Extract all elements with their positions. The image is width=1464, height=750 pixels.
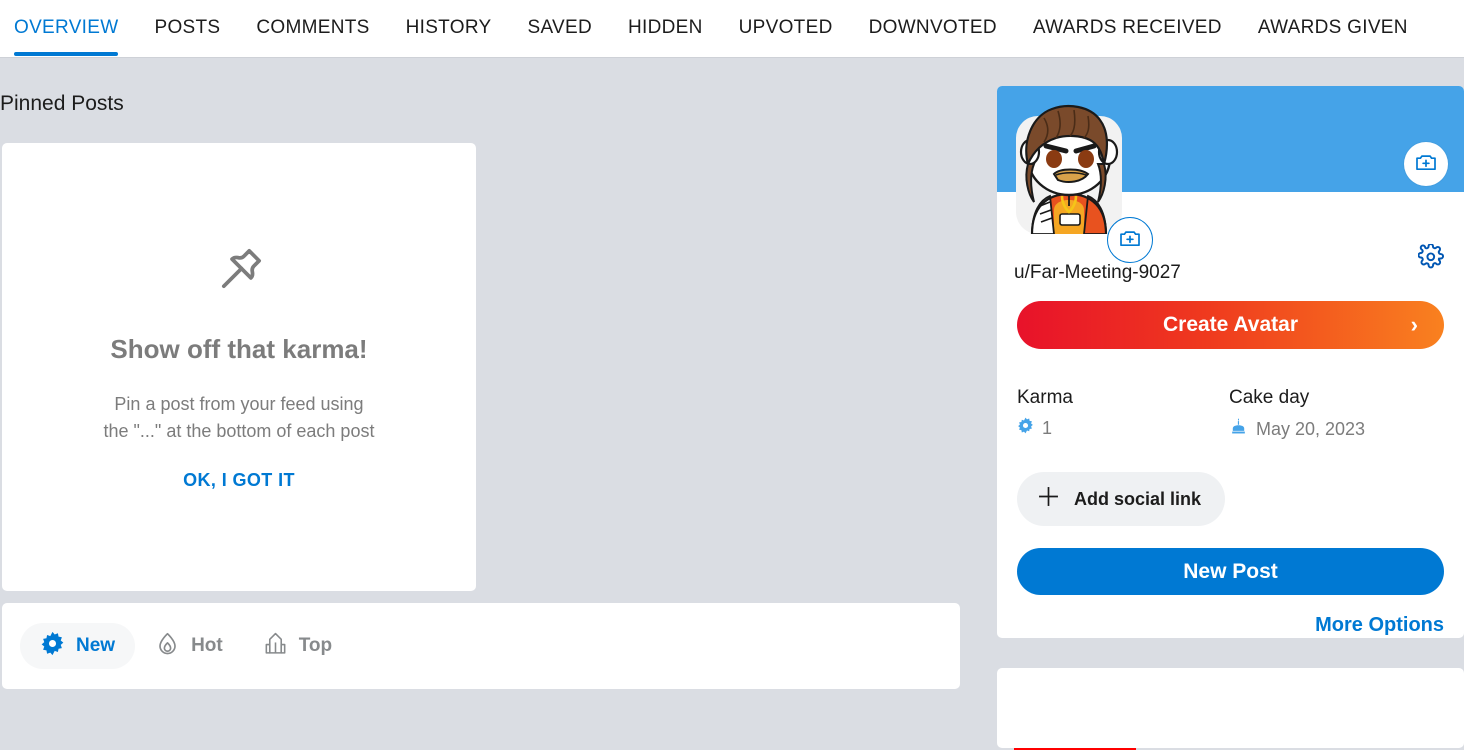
tab-downvoted[interactable]: DOWNVOTED [869,0,997,56]
profile-sidebar-column: u/Far-Meeting-9027 Create Avatar › Karma [997,57,1464,750]
stat-label: Karma [1017,387,1073,408]
chevron-right-icon: › [1410,312,1418,337]
more-options-link[interactable]: More Options [1315,614,1444,637]
user-profile-card: u/Far-Meeting-9027 Create Avatar › Karma [997,86,1464,750]
camera-plus-icon [1414,150,1438,179]
gear-icon [1417,242,1444,275]
profile-tab-bar: OVERVIEW POSTS COMMENTS HISTORY SAVED HI… [0,0,1464,57]
add-social-link-button[interactable]: Add social link [1017,472,1226,526]
stat-value: 1 [1042,417,1053,438]
tab-history[interactable]: HISTORY [406,0,492,56]
sidebar-secondary-card [997,668,1464,748]
pinned-empty-subtext: Pin a post from your feed using the "...… [104,391,375,443]
pinned-subtext-line-1: Pin a post from your feed using [114,394,364,415]
tab-awards-given[interactable]: AWARDS GIVEN [1258,0,1408,56]
tab-label: HISTORY [405,17,492,38]
pin-icon [211,243,267,304]
tab-label: UPVOTED [738,17,833,38]
tab-label: AWARDS RECEIVED [1032,17,1222,38]
starburst-icon [40,631,65,662]
profile-settings-button[interactable] [1416,242,1446,275]
snoo-avatar [1016,105,1122,234]
stat-cake-day: Cake day May 20, 2023 [1229,387,1441,441]
create-avatar-button[interactable]: Create Avatar › [1017,301,1444,349]
profile-stats: Karma 1 Cake day May 20, 2023 [1014,387,1444,750]
podium-icon [263,631,288,662]
main-content-column: Pinned Posts Show off that karma! Pin a … [0,57,976,689]
sort-option-hot[interactable]: Hot [135,623,243,669]
tab-comments[interactable]: COMMENTS [256,0,369,56]
tab-hidden[interactable]: HIDDEN [628,0,703,56]
tab-overview[interactable]: OVERVIEW [14,0,119,56]
pinned-posts-empty-card: Show off that karma! Pin a post from you… [2,143,476,591]
tab-label: AWARDS GIVEN [1257,17,1408,38]
karma-starburst-icon [1017,417,1034,439]
create-avatar-label: Create Avatar [1162,313,1298,336]
pinned-subtext-line-2: the "..." at the bottom of each post [103,420,375,441]
pinned-ok-got-it-button[interactable]: OK, I GOT IT [183,470,295,491]
edit-banner-button[interactable] [1404,142,1448,186]
tab-label: DOWNVOTED [868,17,997,38]
sort-option-label: Top [298,635,333,656]
sort-option-label: New [76,635,116,656]
sort-option-new[interactable]: New [20,623,136,669]
tab-awards-received[interactable]: AWARDS RECEIVED [1033,0,1222,56]
feed-sort-bar: New Hot Top [2,603,960,689]
add-social-link-label: Add social link [1074,488,1202,509]
camera-plus-icon [1118,226,1142,255]
sort-option-top[interactable]: Top [243,623,352,669]
edit-avatar-button[interactable] [1107,217,1153,263]
tab-posts[interactable]: POSTS [154,0,220,56]
cake-icon [1229,417,1248,441]
profile-username: u/Far-Meeting-9027 [1014,262,1181,283]
pinned-empty-heading: Show off that karma! [110,334,368,365]
tab-label: POSTS [154,17,221,38]
stat-karma[interactable]: Karma 1 [1017,387,1229,441]
tab-label: COMMENTS [256,17,370,38]
stat-value: May 20, 2023 [1256,418,1366,439]
new-post-button[interactable]: New Post [1017,548,1444,595]
plus-icon [1035,483,1062,515]
stat-value-row: 1 [1017,417,1229,439]
flame-icon [155,631,180,662]
sort-option-label: Hot [191,635,223,656]
stat-label: Cake day [1229,387,1310,408]
tab-label: SAVED [527,17,592,38]
tab-label: OVERVIEW [14,17,119,38]
tab-saved[interactable]: SAVED [527,0,592,56]
avatar[interactable] [1010,102,1153,263]
tab-label: HIDDEN [628,17,703,38]
pinned-posts-title: Pinned Posts [0,92,124,115]
stat-value-row: May 20, 2023 [1229,417,1441,441]
tab-upvoted[interactable]: UPVOTED [739,0,833,56]
